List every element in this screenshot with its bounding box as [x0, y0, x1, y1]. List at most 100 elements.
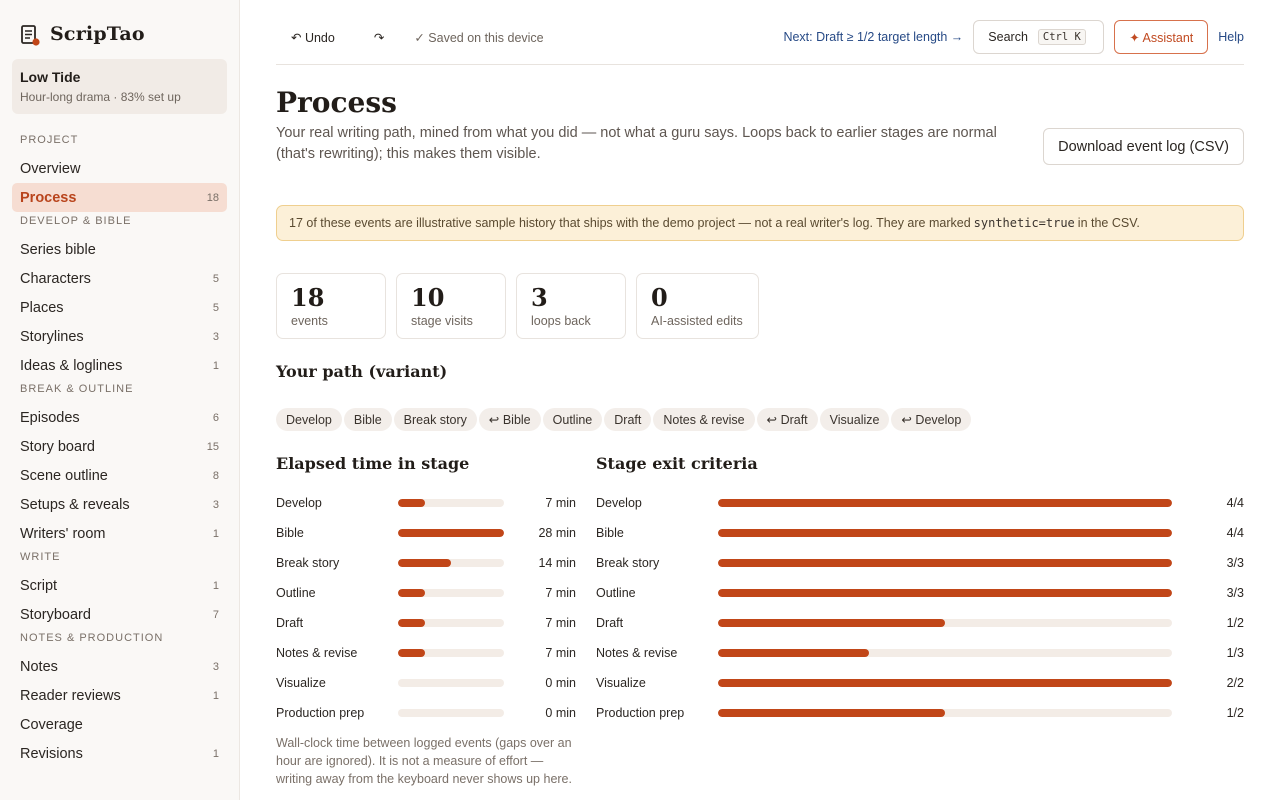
sidebar-item-count: 7	[212, 608, 219, 621]
exit-row: Outline 3/3	[596, 583, 1244, 603]
sidebar-item-count: 5	[212, 272, 219, 285]
sidebar-item-characters[interactable]: Characters 5	[12, 264, 227, 293]
help-link[interactable]: Help	[1218, 30, 1244, 44]
exit-row: Break story 3/3	[596, 553, 1244, 573]
exit-row-label: Bible	[596, 526, 624, 540]
sidebar-item-writers-room[interactable]: Writers' room 1	[12, 519, 227, 548]
elapsed-row-value: 14 min	[538, 556, 576, 570]
exit-row-value: 2/2	[1226, 676, 1244, 690]
sidebar-item-places[interactable]: Places 5	[12, 293, 227, 322]
page-description: Your real writing path, mined from what …	[276, 125, 997, 162]
redo-button[interactable]: ↷	[374, 30, 384, 45]
sidebar-item-scene-outline[interactable]: Scene outline 8	[12, 461, 227, 490]
brand[interactable]: ScripTao	[0, 17, 239, 51]
exit-row-value: 1/3	[1226, 646, 1244, 660]
exit-bar-fill	[718, 499, 1172, 507]
nav-section-title: BREAK & OUTLINE	[20, 383, 134, 395]
toolbar: ↶ Undo ↷ ✓ Saved on this device Next: Dr…	[276, 20, 1244, 54]
sidebar-item-setups-reveals[interactable]: Setups & reveals 3	[12, 490, 227, 519]
elapsed-bar-track	[398, 619, 504, 627]
next-step-link[interactable]: Next: Draft ≥ 1/2 target length →	[783, 30, 963, 44]
stat-label: AI-assisted edits	[651, 314, 743, 328]
project-title: Low Tide	[20, 69, 81, 85]
exit-bar-track	[718, 589, 1172, 597]
elapsed-bar-fill	[398, 559, 451, 567]
sidebar-item-count: 1	[212, 747, 219, 760]
sidebar-item-count: 1	[212, 359, 219, 372]
elapsed-row-label: Production prep	[276, 706, 365, 720]
sidebar-item-label: Ideas & loglines	[20, 357, 123, 374]
elapsed-bar-track	[398, 559, 504, 567]
elapsed-bar-track	[398, 649, 504, 657]
download-csv-button[interactable]: Download event log (CSV)	[1043, 128, 1244, 165]
exit-row-label: Develop	[596, 496, 642, 510]
sidebar-item-coverage[interactable]: Coverage	[12, 710, 227, 739]
assistant-button[interactable]: ✦ Assistant	[1114, 20, 1209, 54]
sidebar-item-label: Script	[20, 577, 58, 594]
stat-card: 18 events	[276, 273, 386, 339]
toolbar-divider	[276, 64, 1244, 65]
sidebar-item-notes[interactable]: Notes 3	[12, 652, 227, 681]
elapsed-row-value: 0 min	[545, 706, 576, 720]
elapsed-row-value: 28 min	[538, 526, 576, 540]
sidebar-item-count: 1	[212, 527, 219, 540]
path-chip: ↩ Draft	[756, 408, 818, 431]
sidebar-item-storyboard[interactable]: Storyboard 7	[12, 600, 227, 629]
brand-name: ScripTao	[50, 23, 145, 45]
elapsed-row: Production prep 0 min	[276, 703, 576, 723]
elapsed-row: Develop 7 min	[276, 493, 576, 513]
sidebar-item-revisions[interactable]: Revisions 1	[12, 739, 227, 768]
sidebar-item-episodes[interactable]: Episodes 6	[12, 403, 227, 432]
sidebar-item-process[interactable]: Process 18	[12, 183, 227, 212]
nav-section-title: DEVELOP & BIBLE	[20, 215, 132, 227]
sidebar-item-count: 5	[212, 301, 219, 314]
elapsed-row-label: Bible	[276, 526, 304, 540]
sidebar-item-count: 15	[206, 440, 219, 453]
exit-row: Bible 4/4	[596, 523, 1244, 543]
exit-row: Develop 4/4	[596, 493, 1244, 513]
elapsed-bar-fill	[398, 529, 504, 537]
nav-section-title: WRITE	[20, 551, 61, 563]
stat-value: 3	[531, 283, 548, 312]
elapsed-bar-track	[398, 709, 504, 717]
sidebar-item-count: 3	[212, 660, 219, 673]
elapsed-row: Notes & revise 7 min	[276, 643, 576, 663]
exit-bar-fill	[718, 709, 945, 717]
elapsed-bar-track	[398, 589, 504, 597]
sidebar-item-label: Places	[20, 299, 64, 316]
elapsed-heading: Elapsed time in stage	[276, 454, 470, 473]
elapsed-row-value: 0 min	[545, 676, 576, 690]
sidebar-item-storylines[interactable]: Storylines 3	[12, 322, 227, 351]
exit-bar-fill	[718, 619, 945, 627]
nav-section-title: NOTES & PRODUCTION	[20, 632, 164, 644]
sidebar-item-script[interactable]: Script 1	[12, 571, 227, 600]
elapsed-row-value: 7 min	[545, 496, 576, 510]
sidebar-item-label: Revisions	[20, 745, 83, 762]
sidebar: ScripTao Low Tide Hour-long drama · 83% …	[0, 0, 240, 800]
stat-label: events	[291, 314, 328, 328]
undo-button[interactable]: ↶ Undo	[291, 30, 335, 45]
sidebar-item-overview[interactable]: Overview	[12, 154, 227, 183]
elapsed-footnote: Wall-clock time between logged events (g…	[276, 736, 572, 786]
exit-row-value: 1/2	[1226, 706, 1244, 720]
path-chips: Develop Bible Break story ↩ Bible Outline Dra…	[276, 408, 973, 431]
exit-row-value: 3/3	[1226, 586, 1244, 600]
sidebar-item-label: Coverage	[20, 716, 83, 733]
stat-value: 18	[291, 283, 325, 312]
exit-bar-track	[718, 709, 1172, 717]
sidebar-item-label: Story board	[20, 438, 95, 455]
search-button[interactable]: Search Ctrl K	[973, 20, 1105, 54]
elapsed-row-label: Draft	[276, 616, 304, 630]
project-switcher[interactable]: Low Tide Hour-long drama · 83% set up	[12, 59, 227, 114]
path-chip: Notes & revise	[653, 408, 755, 431]
stat-value: 0	[651, 283, 668, 312]
sidebar-item-reader-reviews[interactable]: Reader reviews 1	[12, 681, 227, 710]
sidebar-item-series-bible[interactable]: Series bible	[12, 235, 227, 264]
sidebar-item-story-board[interactable]: Story board 15	[12, 432, 227, 461]
sidebar-item-count: 3	[212, 330, 219, 343]
stat-card: 3 loops back	[516, 273, 626, 339]
sidebar-item-ideas-loglines[interactable]: Ideas & loglines 1	[12, 351, 227, 380]
search-shortcut: Ctrl K	[1037, 29, 1086, 45]
elapsed-row-label: Outline	[276, 586, 316, 600]
exit-bar-fill	[718, 589, 1172, 597]
